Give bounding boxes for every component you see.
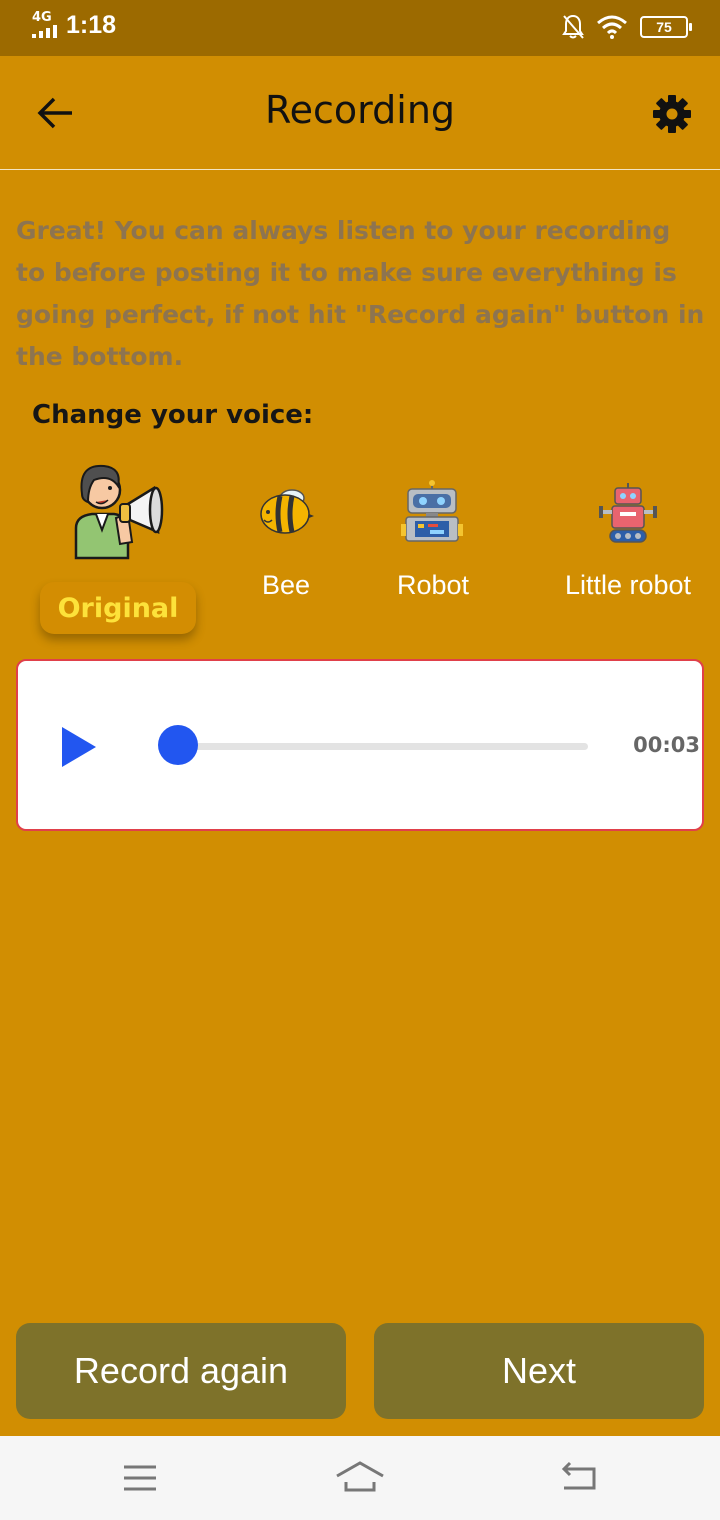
nav-menu-button[interactable] — [110, 1456, 170, 1500]
play-icon — [62, 727, 96, 767]
gear-icon — [653, 95, 691, 133]
status-bar: 4G 1:18 75 — [0, 0, 720, 56]
nav-back-button[interactable] — [550, 1456, 610, 1500]
voice-option-original[interactable] — [66, 458, 170, 566]
status-time: 1:18 — [66, 10, 117, 39]
voice-label-original[interactable]: Original — [40, 582, 196, 634]
page-title: Recording — [264, 88, 456, 132]
notifications-off-icon — [562, 14, 584, 39]
voice-label-robot[interactable]: Robot — [376, 570, 490, 601]
instructions-text: Great! You can always listen to your rec… — [16, 216, 705, 371]
home-icon — [336, 1461, 384, 1492]
record-again-label: Record again — [73, 1350, 289, 1391]
voice-label-little-robot[interactable]: Little robot — [550, 570, 706, 601]
back-nav-icon — [561, 1461, 596, 1490]
app-bar: Recording — [0, 56, 720, 170]
voice-option-bee[interactable] — [258, 484, 314, 542]
battery-icon: 75 — [640, 16, 692, 38]
play-button[interactable] — [60, 725, 98, 769]
status-right: 75 — [562, 14, 692, 40]
cellular-signal-icon: 4G — [30, 10, 60, 40]
nav-home-button[interactable] — [330, 1456, 390, 1500]
duration-readout: 00:03 — [633, 733, 700, 757]
menu-icon — [124, 1465, 156, 1491]
voice-option-little-robot[interactable] — [598, 482, 658, 548]
network-type: 4G — [32, 10, 52, 25]
voice-heading: Change your voice: — [32, 400, 314, 430]
battery-level: 75 — [656, 19, 672, 35]
wifi-icon — [597, 15, 627, 39]
voice-option-robot[interactable] — [400, 480, 464, 548]
megaphone-person-icon — [74, 464, 164, 560]
little-robot-icon — [599, 483, 657, 543]
seek-track[interactable] — [178, 743, 588, 750]
audio-player: 00:03 — [16, 659, 704, 831]
seek-thumb[interactable] — [158, 725, 198, 765]
next-label: Next — [501, 1350, 577, 1391]
system-nav-bar — [0, 1436, 720, 1520]
robot-icon — [401, 480, 463, 542]
next-button[interactable]: Next — [374, 1323, 704, 1419]
status-left: 4G 1:18 — [30, 10, 116, 40]
voice-label-bee[interactable]: Bee — [236, 570, 336, 601]
settings-button[interactable] — [648, 90, 696, 138]
bee-icon — [260, 489, 314, 534]
record-again-button[interactable]: Record again — [16, 1323, 346, 1419]
